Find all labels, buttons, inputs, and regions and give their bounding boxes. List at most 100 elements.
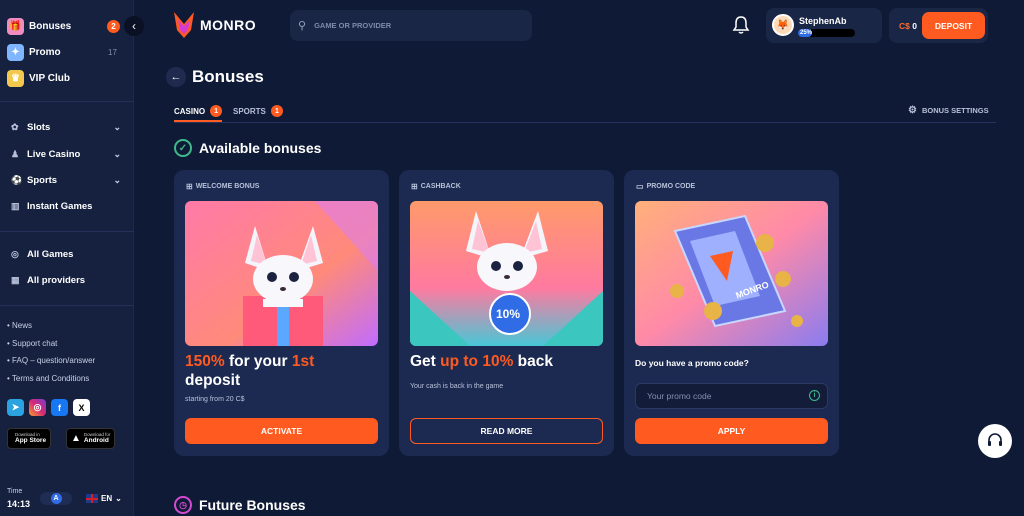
promo-question: Do you have a promo code? [635,358,749,368]
sidebar-item-label: Live Casino [27,149,81,160]
gift-icon: ⊞ [411,182,418,191]
android-icon: ▲ [71,433,81,444]
headline-text: deposit [185,372,241,389]
sidebar-link-support-chat[interactable]: • Support chat [7,339,57,348]
fox-logo-icon [174,12,194,38]
sidebar-item-live-casino[interactable]: ♟ Live Casino ⌄ [11,149,121,160]
all-games-icon: ◎ [11,249,19,259]
tabs-divider [174,122,996,123]
store-name: App Store [15,437,47,444]
tab-casino[interactable]: CASINO 1 [174,105,223,117]
cashback-card: ⊞ CASHBACK 10% Get up to 10% back Your c… [399,170,614,456]
card-label: ▭ PROMO CODE [636,182,695,191]
welcome-bonus-card: ⊞ WELCOME BONUS 150% for your 1st deposi… [174,170,389,456]
sidebar-item-vip-club[interactable]: ♛ VIP Club [7,70,70,87]
collapse-sidebar-button[interactable]: ‹ [124,16,144,36]
telegram-icon[interactable]: ➤ [7,399,24,416]
section-title-text: Future Bonuses [199,497,306,513]
sidebar-link-faq[interactable]: • FAQ – question/answer [7,356,95,365]
page-title: Bonuses [192,67,264,86]
tab-count-badge: 1 [270,105,283,117]
cashback-image: 10% [410,201,603,346]
arrow-left-icon: ← [170,71,182,83]
read-more-button[interactable]: READ MORE [410,418,603,444]
card-label: ⊞ WELCOME BONUS [186,182,259,191]
sidebar-divider [0,305,134,306]
apply-button[interactable]: APPLY [635,418,828,444]
instant-games-icon: ▥ [11,201,20,211]
headline-text: back [513,353,553,370]
search-bar[interactable]: ⚲ [290,10,532,41]
card-label: ⊞ CASHBACK [411,182,461,191]
chevron-down-icon: ⌄ [113,122,121,132]
promo-code-image: MONRO [635,201,828,346]
sidebar-item-all-games[interactable]: ◎ All Games [11,249,121,260]
language-selector[interactable]: EN ⌄ [86,494,122,503]
headline-text: Get [410,353,441,370]
support-chat-button[interactable] [978,424,1012,458]
cashback-headline: Get up to 10% back [410,352,603,371]
sidebar: 🎁 Bonuses 2 ‹ ✦ Promo 17 ♛ VIP Club ✿ Sl… [0,0,144,516]
sidebar-item-label: All Games [27,249,74,260]
username: StephenAb [799,16,847,26]
chevron-down-icon: ⌄ [115,494,122,503]
bell-icon[interactable] [731,15,751,35]
balance-value: 0 [912,21,917,31]
deposit-button[interactable]: DEPOSIT [922,12,985,39]
sidebar-item-promo[interactable]: ✦ Promo [7,44,61,61]
sidebar-item-label: Bonuses [29,21,72,32]
bonus-settings-label: BONUS SETTINGS [921,106,989,115]
sidebar-item-all-providers[interactable]: ▦ All providers [11,275,121,286]
search-input[interactable] [314,21,515,30]
promo-code-input[interactable] [635,383,828,409]
headline-highlight: 1st [291,353,315,370]
logo[interactable]: MONRO [174,12,256,38]
instagram-icon[interactable]: ◎ [29,399,46,416]
chevron-left-icon: ‹ [132,19,136,33]
level-progress-bar: 25% [798,29,855,37]
android-button[interactable]: ▲ Download for Android [66,428,116,449]
welcome-bonus-image [185,201,378,346]
theme-knob: A [50,493,62,504]
tab-sports[interactable]: SPORTS 1 [233,105,283,117]
sidebar-item-sports[interactable]: ⚽ Sports ⌄ [11,175,121,186]
balance: C$ 0 [899,21,917,31]
sidebar-item-bonuses[interactable]: 🎁 Bonuses [7,18,71,35]
activate-button[interactable]: ACTIVATE [185,418,378,444]
user-profile[interactable]: 🦊 StephenAb 25% [766,8,882,43]
promo-code-card: ▭ PROMO CODE MONRO Do you have a promo c… [624,170,839,456]
promo-count: 17 [108,48,117,57]
cashback-subtitle: Your cash is back in the game [410,383,504,390]
sidebar-item-instant-games[interactable]: ▥ Instant Games [11,201,121,212]
sidebar-link-news[interactable]: • News [7,321,32,330]
sidebar-item-slots[interactable]: ✿ Slots ⌄ [11,122,121,133]
theme-toggle[interactable]: A [40,492,72,505]
wallet: C$ 0 DEPOSIT [889,8,988,43]
ticket-icon: ▭ [636,182,644,191]
level-percent: 25% [800,30,813,36]
sidebar-link-terms[interactable]: • Terms and Conditions [7,374,89,383]
link-text: News [12,321,33,330]
back-button[interactable]: ← [166,67,186,87]
stopwatch-icon: ◷ [174,496,192,514]
facebook-icon[interactable]: f [51,399,68,416]
providers-icon: ▦ [11,275,20,285]
sidebar-item-label: VIP Club [29,73,70,84]
tab-count-badge: 1 [210,105,223,117]
card-label-text: WELCOME BONUS [195,183,260,190]
chevron-down-icon: ⌄ [113,149,121,159]
section-title-text: Available bonuses [199,140,322,156]
future-bonuses-heading: ◷ Future Bonuses [174,496,306,514]
uk-flag-icon [86,494,98,503]
info-icon[interactable]: i [809,390,820,401]
sidebar-item-label: Instant Games [27,201,93,212]
sidebar-divider [0,101,134,102]
time-label: Time [7,488,23,495]
app-store-button[interactable]: Download in App Store [7,428,52,449]
bonus-settings-button[interactable]: ⚙ BONUS SETTINGS [908,105,989,116]
card-label-text: PROMO CODE [646,183,696,190]
x-icon[interactable]: X [73,399,90,416]
sidebar-item-label: All providers [27,275,86,286]
crown-icon: ♛ [7,70,24,87]
sidebar-item-label: Sports [27,175,58,186]
